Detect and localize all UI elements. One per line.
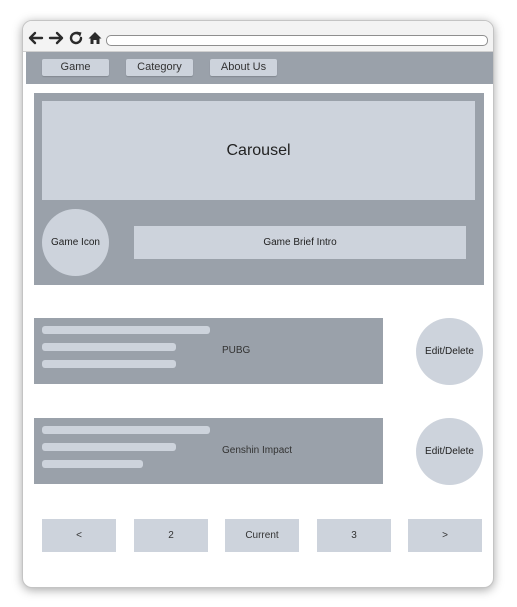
forward-arrow-icon[interactable] xyxy=(48,30,64,46)
back-arrow-icon[interactable] xyxy=(28,30,44,46)
browser-toolbar xyxy=(23,21,493,52)
nav-category-button[interactable]: Category xyxy=(126,59,193,76)
nav-about-button[interactable]: About Us xyxy=(210,59,277,76)
top-nav: Game Category About Us xyxy=(26,52,493,84)
placeholder-text-line xyxy=(42,343,176,351)
pagination-page-2[interactable]: 2 xyxy=(134,519,208,552)
game-card-pubg[interactable]: PUBG xyxy=(34,318,383,384)
game-brief-intro: Game Brief Intro xyxy=(134,226,466,259)
edit-delete-button[interactable]: Edit/Delete xyxy=(416,318,483,385)
carousel[interactable]: Carousel xyxy=(42,101,475,200)
edit-delete-button[interactable]: Edit/Delete xyxy=(416,418,483,485)
hero-section: Carousel Game Icon Game Brief Intro xyxy=(34,93,484,285)
pagination-next-button[interactable]: > xyxy=(408,519,482,552)
placeholder-text-line xyxy=(42,426,210,434)
placeholder-text-line xyxy=(42,443,176,451)
game-card-genshin[interactable]: Genshin Impact xyxy=(34,418,383,484)
pagination-current-page[interactable]: Current xyxy=(225,519,299,552)
pagination-page-3[interactable]: 3 xyxy=(317,519,391,552)
home-icon[interactable] xyxy=(87,30,103,46)
game-icon-placeholder: Game Icon xyxy=(42,209,109,276)
reload-icon[interactable] xyxy=(68,30,84,46)
placeholder-text-line xyxy=(42,460,143,468)
placeholder-text-line xyxy=(42,360,176,368)
pagination-prev-button[interactable]: < xyxy=(42,519,116,552)
game-title: Genshin Impact xyxy=(222,445,293,456)
game-title: PUBG xyxy=(222,345,251,356)
nav-game-button[interactable]: Game xyxy=(42,59,109,76)
address-bar[interactable] xyxy=(106,35,488,46)
browser-window: Game Category About Us Carousel Game Ico… xyxy=(22,20,494,588)
placeholder-text-line xyxy=(42,326,210,334)
